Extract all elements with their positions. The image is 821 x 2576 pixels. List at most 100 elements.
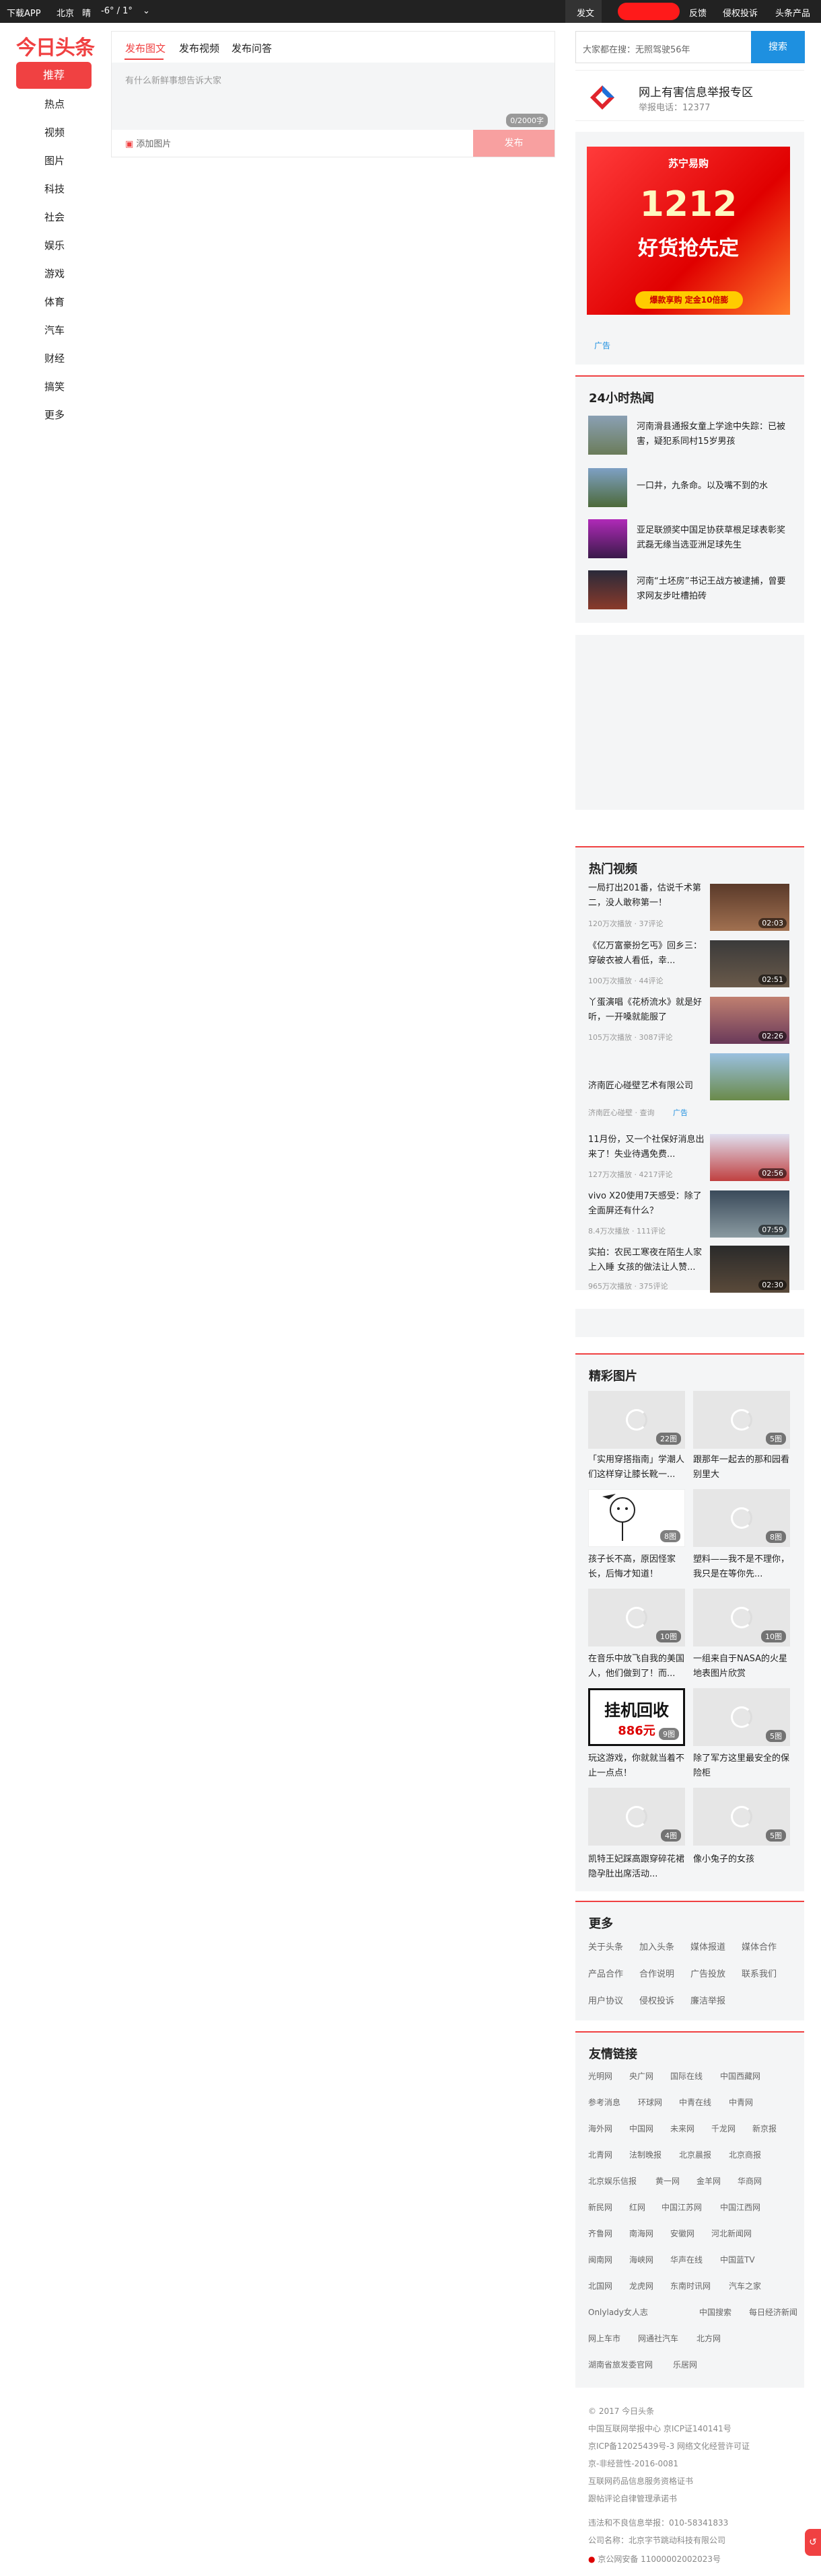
- friend-link[interactable]: 每日经济新闻: [749, 2306, 797, 2318]
- publish-link[interactable]: 发文: [577, 6, 594, 19]
- friend-link[interactable]: 龙虎网: [629, 2280, 653, 2291]
- photo-thumb[interactable]: 4图: [588, 1788, 685, 1846]
- ad-banner-image[interactable]: 苏宁易购 1212 好货抢先定 爆款享购 定金10倍膨: [587, 147, 790, 315]
- nav-item-tech[interactable]: 科技: [44, 182, 65, 196]
- photo-thumb[interactable]: 8图: [693, 1489, 790, 1547]
- hot24-thumb[interactable]: [588, 519, 627, 558]
- more-link[interactable]: 关于头条: [588, 1940, 623, 1953]
- more-link[interactable]: 广告投放: [690, 1967, 725, 1979]
- nav-item-pictures[interactable]: 图片: [44, 153, 65, 167]
- more-link[interactable]: 合作说明: [639, 1967, 674, 1979]
- friend-link[interactable]: 红网: [629, 2201, 645, 2213]
- friend-link[interactable]: 东南时讯网: [670, 2280, 711, 2291]
- video-thumb[interactable]: 02:03: [710, 884, 789, 931]
- friend-link[interactable]: 中国搜索: [699, 2306, 731, 2318]
- friend-link[interactable]: 北方网: [697, 2333, 721, 2344]
- footer-line[interactable]: 跟帖评论自律管理承诺书: [588, 2493, 677, 2504]
- friend-link[interactable]: 汽车之家: [729, 2280, 761, 2291]
- friend-link[interactable]: 法制晚报: [629, 2149, 662, 2160]
- products-link[interactable]: 头条产品: [775, 6, 810, 19]
- video-title[interactable]: 济南匠心碰壁艺术有限公司: [588, 1079, 707, 1094]
- friend-link[interactable]: 海外网: [588, 2123, 612, 2134]
- friend-link[interactable]: 乐居网: [673, 2359, 697, 2370]
- police-badge[interactable]: ● 京公网安备 11000002002023号: [588, 2553, 721, 2565]
- friend-link[interactable]: 中国西藏网: [720, 2070, 760, 2082]
- friend-link[interactable]: 北京娱乐信报: [588, 2175, 637, 2187]
- friend-link[interactable]: 国际在线: [670, 2070, 703, 2082]
- photo-title[interactable]: 塑料——我不是不理你，我只是在等你先...: [693, 1552, 794, 1582]
- friend-link[interactable]: 网通社汽车: [638, 2333, 678, 2344]
- friend-link[interactable]: 未来网: [670, 2123, 694, 2134]
- video-title[interactable]: 《亿万富豪扮乞丐》回乡三：穿破衣被人看低，幸...: [588, 939, 707, 969]
- publish-textarea[interactable]: [112, 63, 555, 130]
- friend-link[interactable]: 金羊网: [697, 2175, 721, 2187]
- add-image-button[interactable]: ▣ 添加图片: [125, 137, 171, 149]
- nav-item-cars[interactable]: 汽车: [44, 323, 65, 337]
- friend-link[interactable]: 湖南省旅发委官网: [588, 2359, 653, 2370]
- friend-link[interactable]: 中国网: [629, 2123, 653, 2134]
- friend-link[interactable]: 环球网: [638, 2096, 662, 2108]
- photo-title[interactable]: 凯特王妃踩高跟穿碎花裙隐孕肚出席活动...: [588, 1852, 689, 1882]
- video-title[interactable]: 丫蛋演唱《花桥流水》就是好听，一开嗓就能服了: [588, 995, 707, 1025]
- friend-link[interactable]: 闽南网: [588, 2254, 612, 2265]
- video-thumb[interactable]: 02:30: [710, 1246, 789, 1293]
- more-link[interactable]: 媒体报道: [690, 1940, 725, 1953]
- nav-item-entertainment[interactable]: 娱乐: [44, 238, 65, 252]
- feedback-float-button[interactable]: ↺: [805, 2529, 821, 2556]
- feedback-link[interactable]: 反馈: [689, 6, 707, 19]
- more-link[interactable]: 加入头条: [639, 1940, 674, 1953]
- more-link[interactable]: 联系我们: [742, 1967, 777, 1979]
- more-link[interactable]: 侵权投诉: [639, 1994, 674, 2006]
- friend-link[interactable]: 中青在线: [679, 2096, 711, 2108]
- friend-link[interactable]: 北国网: [588, 2280, 612, 2291]
- friend-link[interactable]: 千龙网: [711, 2123, 736, 2134]
- photo-thumb[interactable]: 8图: [588, 1489, 685, 1547]
- photo-title[interactable]: 在音乐中放飞自我的美国人，他们做到了！而...: [588, 1652, 689, 1681]
- footer-line[interactable]: 京ICP备12025439号-3 网络文化经营许可证: [588, 2440, 750, 2452]
- city-selector[interactable]: 北京: [57, 6, 74, 19]
- friend-link[interactable]: 网上车市: [588, 2333, 620, 2344]
- hot24-item[interactable]: 一口井，九条命。以及嘴不到的水: [637, 479, 793, 494]
- search-button[interactable]: 搜索: [751, 31, 805, 63]
- video-title[interactable]: 实拍：农民工寒夜在陌生人家上入睡 女孩的做法让人赞...: [588, 1246, 707, 1275]
- friend-link[interactable]: 北京晨报: [679, 2149, 711, 2160]
- tab-publish-article[interactable]: 发布图文: [125, 41, 166, 55]
- video-thumb[interactable]: 02:56: [710, 1134, 789, 1181]
- video-thumb[interactable]: 02:51: [710, 940, 789, 987]
- friend-link[interactable]: 安徽网: [670, 2228, 694, 2239]
- friend-link[interactable]: 中国蓝TV: [720, 2254, 755, 2265]
- nav-item-hot[interactable]: 热点: [44, 97, 65, 111]
- photo-title[interactable]: 玩这游戏，你就就当着不止一点点！: [588, 1751, 689, 1781]
- nav-item-video[interactable]: 视频: [44, 125, 65, 139]
- report-banner[interactable]: 网上有害信息举报专区 举报电话：12377: [575, 70, 804, 121]
- chevron-down-icon[interactable]: ⌄: [143, 6, 150, 16]
- rights-complaint-link[interactable]: 侵权投诉: [723, 6, 758, 19]
- photo-thumb[interactable]: 10图: [588, 1589, 685, 1646]
- site-logo[interactable]: 今日头条: [16, 31, 95, 61]
- friend-link[interactable]: 海峡网: [629, 2254, 653, 2265]
- nav-item-more[interactable]: 更多: [44, 408, 65, 422]
- friend-link[interactable]: 黄一网: [655, 2175, 680, 2187]
- photo-title[interactable]: 一组来自于NASA的火星地表图片欣赏: [693, 1652, 794, 1681]
- hot24-thumb[interactable]: [588, 468, 627, 507]
- video-thumb[interactable]: [710, 1053, 789, 1100]
- friend-link[interactable]: 参考消息: [588, 2096, 620, 2108]
- video-title[interactable]: vivo X20使用7天感受：除了全面屏还有什么？: [588, 1189, 707, 1219]
- friend-link[interactable]: 南海网: [629, 2228, 653, 2239]
- hot24-thumb[interactable]: [588, 416, 627, 455]
- photo-thumb[interactable]: 10图: [693, 1589, 790, 1646]
- friend-link[interactable]: 华商网: [738, 2175, 762, 2187]
- friend-link[interactable]: 光明网: [588, 2070, 612, 2082]
- friend-link[interactable]: 北青网: [588, 2149, 612, 2160]
- hot24-item[interactable]: 河南滑县通报女童上学途中失踪：已被害，疑犯系同村15岁男孩: [637, 420, 793, 449]
- nav-item-recommend[interactable]: 推荐: [16, 62, 92, 89]
- more-link[interactable]: 廉洁举报: [690, 1994, 725, 2006]
- footer-line[interactable]: 互联网药品信息服务资格证书: [588, 2475, 693, 2487]
- nav-item-games[interactable]: 游戏: [44, 266, 65, 280]
- photo-title[interactable]: 跟那年一起去的那和园看别里大: [693, 1453, 794, 1482]
- friend-link[interactable]: 齐鲁网: [588, 2228, 612, 2239]
- photo-thumb[interactable]: 5图: [693, 1788, 790, 1846]
- photo-title[interactable]: 「实用穿搭指南」学潮人们这样穿让膝长靴一...: [588, 1453, 689, 1482]
- photo-title[interactable]: 像小兔子的女孩: [693, 1852, 794, 1867]
- friend-link[interactable]: 河北新闻网: [711, 2228, 752, 2239]
